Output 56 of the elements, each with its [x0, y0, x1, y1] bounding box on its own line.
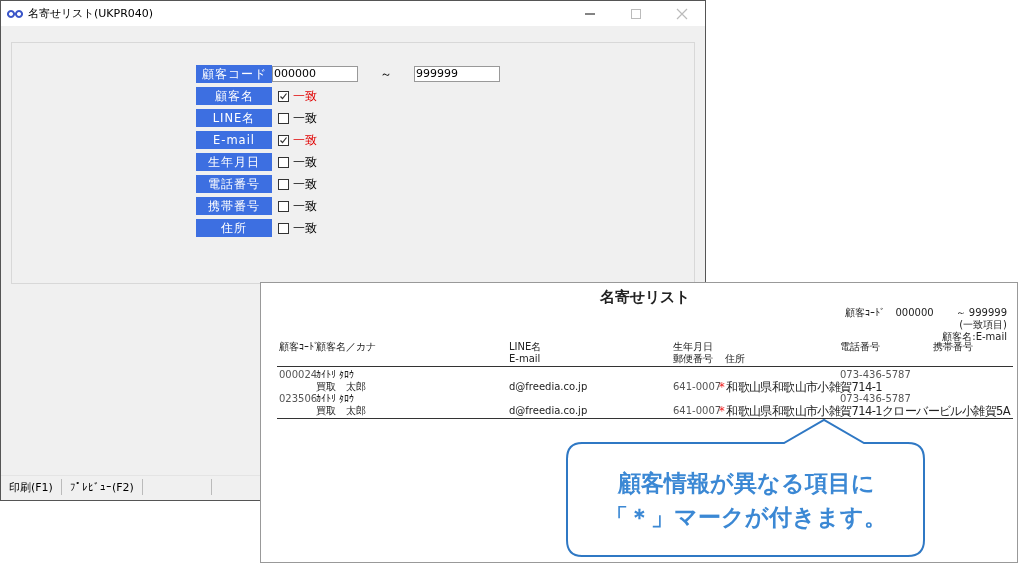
- field-label: 携帯番号: [196, 197, 272, 215]
- table-cell: 和歌山県和歌山市小雑賀714-1クローバービル小雑賀5A: [726, 404, 1010, 418]
- report-title: 名寄せリスト: [599, 287, 691, 307]
- checkbox[interactable]: [278, 90, 289, 102]
- table-cell: 買取 太郎: [316, 405, 366, 417]
- checkbox[interactable]: [278, 222, 289, 234]
- table-cell: 000024: [279, 369, 318, 381]
- field-label: 電話番号: [196, 175, 272, 193]
- column-header: 携帯番号: [933, 341, 973, 353]
- callout-text: 「＊」マークが付きます。: [605, 502, 887, 532]
- column-header: E-mail: [509, 353, 541, 365]
- criteria-value: ～ 999999: [955, 307, 1007, 319]
- column-header: 住所: [725, 353, 745, 365]
- window-title: 名寄せリスト(UKPR040): [28, 6, 155, 21]
- table-cell: ｶｲﾄﾘ ﾀﾛｳ: [316, 393, 355, 405]
- table-cell: 023506: [279, 393, 318, 405]
- criteria-label: 顧客ｺｰﾄﾞ: [845, 307, 886, 319]
- function-key-button[interactable]: 印刷(F1): [1, 479, 62, 495]
- checkbox[interactable]: [278, 112, 289, 124]
- column-header: LINE名: [509, 341, 542, 353]
- checkbox[interactable]: [278, 178, 289, 190]
- range-separator: ～: [379, 65, 393, 83]
- option-label: 一致: [293, 109, 317, 127]
- field-label: 住所: [196, 219, 272, 237]
- column-header: 電話番号: [840, 341, 880, 353]
- option-label: 一致: [293, 131, 317, 149]
- field-label: 生年月日: [196, 153, 272, 171]
- table-cell: d@freedia.co.jp: [509, 381, 588, 393]
- table-cell: d@freedia.co.jp: [509, 405, 588, 417]
- option-label: 一致: [293, 197, 317, 215]
- input-field[interactable]: 999999: [414, 66, 500, 82]
- app-logo-icon: [7, 9, 23, 18]
- table-cell: 買取 太郎: [316, 381, 366, 393]
- input-field[interactable]: 000000: [272, 66, 358, 82]
- table-cell: 073-436-5787: [840, 369, 911, 381]
- checkbox[interactable]: [278, 200, 289, 212]
- column-header: 郵便番号: [673, 353, 713, 365]
- table-cell: ｶｲﾄﾘ ﾀﾛｳ: [316, 369, 355, 381]
- field-label: 顧客コード: [196, 65, 272, 83]
- option-label: 一致: [293, 87, 317, 105]
- checkbox[interactable]: [278, 134, 289, 146]
- table-cell: 073-436-5787: [840, 393, 911, 405]
- checkbox[interactable]: [278, 156, 289, 168]
- option-label: 一致: [293, 175, 317, 193]
- criteria-value: 顧客名:E-mail: [942, 331, 1007, 342]
- column-header: 生年月日: [673, 341, 713, 353]
- callout-text: 顧客情報が異なる項目に: [617, 468, 875, 498]
- function-key-button[interactable]: ﾌﾟﾚﾋﾞｭｰ(F2): [61, 479, 143, 495]
- table-cell: 和歌山県和歌山市小雑賀714-1: [726, 380, 882, 394]
- option-label: 一致: [293, 219, 317, 237]
- field-label: LINE名: [196, 109, 272, 127]
- field-label: 顧客名: [196, 87, 272, 105]
- field-label: E-mail: [196, 131, 272, 149]
- criteria-label: (一致項目): [959, 319, 1007, 331]
- option-label: 一致: [293, 153, 317, 171]
- criteria-value: 000000: [895, 307, 934, 319]
